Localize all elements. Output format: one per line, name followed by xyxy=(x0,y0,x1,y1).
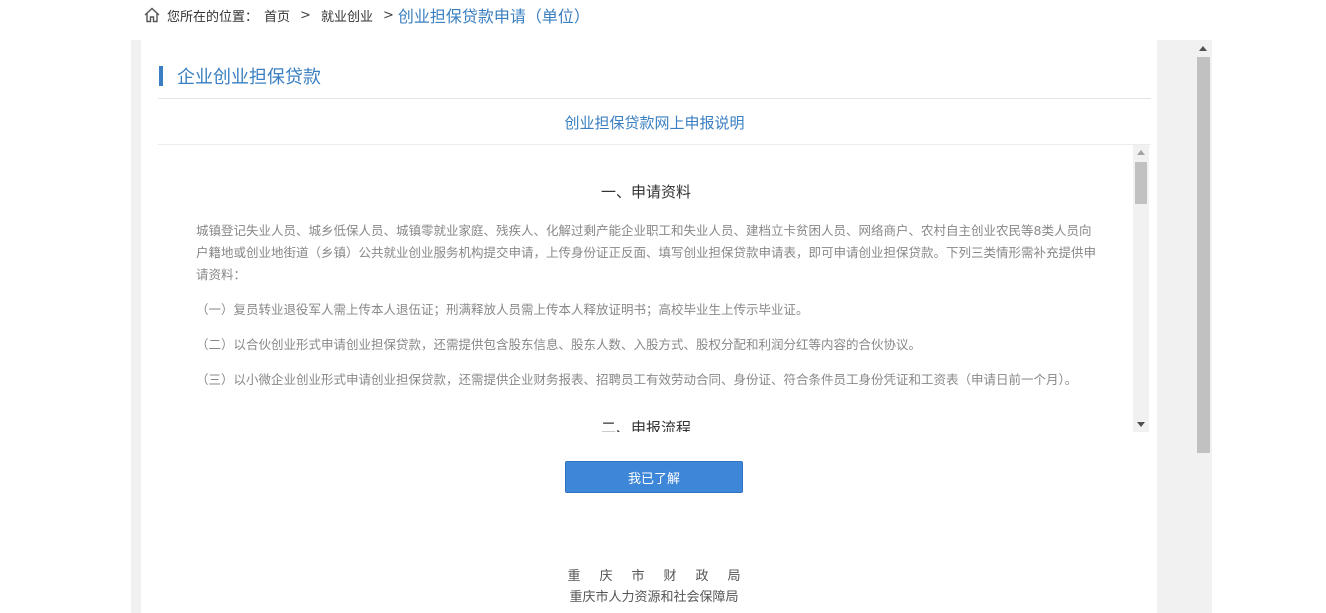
title-accent-bar xyxy=(159,66,163,86)
page-frame: 企业创业担保贷款 创业担保贷款网上申报说明 一、申请资料 城镇登记失业人员、城乡… xyxy=(131,40,1212,613)
home-icon[interactable] xyxy=(143,6,161,24)
footer: 重庆市财政局 重庆市人力资源和社会保障局 xyxy=(141,566,1167,608)
breadcrumb-separator: > xyxy=(382,7,394,23)
divider xyxy=(158,98,1151,99)
instructions-content: 一、申请资料 城镇登记失业人员、城乡低保人员、城镇零就业家庭、残疾人、化解过剩产… xyxy=(196,181,1096,432)
scroll-up-arrow-icon[interactable] xyxy=(1137,150,1145,155)
scroll-up-arrow-icon[interactable] xyxy=(1199,46,1207,51)
scrollbar-thumb[interactable] xyxy=(1197,57,1210,453)
breadcrumb-current: 创业担保贷款申请（单位） xyxy=(397,7,590,26)
panel-subtitle: 创业担保贷款网上申报说明 xyxy=(564,114,745,132)
panel-title: 企业创业担保贷款 xyxy=(159,66,321,88)
breadcrumb-home-link[interactable]: 首页 xyxy=(264,6,290,25)
intro-paragraph: 城镇登记失业人员、城乡低保人员、城镇零就业家庭、残疾人、化解过剩产能企业职工和失… xyxy=(196,223,1097,282)
acknowledge-button[interactable]: 我已了解 xyxy=(565,461,743,493)
breadcrumb-prefix: 您所在的位置： xyxy=(167,9,259,25)
list-item: （三）以小微企业创业形式申请创业担保贷款，还需提供企业财务报表、招聘员工有效劳动… xyxy=(196,372,1078,387)
main-panel: 企业创业担保贷款 创业担保贷款网上申报说明 一、申请资料 城镇登记失业人员、城乡… xyxy=(141,40,1157,613)
breadcrumb: 您所在的位置： 首页 > 就业创业 > 创业担保贷款申请（单位） xyxy=(143,4,590,26)
section-heading: 二、申报流程 xyxy=(600,419,691,432)
footer-line-hr-bureau: 重庆市人力资源和社会保障局 xyxy=(569,590,739,605)
breadcrumb-section-link[interactable]: 就业创业 xyxy=(321,6,373,25)
section-heading: 一、申请资料 xyxy=(600,183,691,201)
list-item: （二）以合伙创业形式申请创业担保贷款，还需提供包含股东信息、股东人数、入股方式、… xyxy=(196,337,922,352)
scrollbar-thumb[interactable] xyxy=(1135,162,1147,204)
instructions-scrollbar[interactable] xyxy=(1133,145,1149,432)
breadcrumb-separator: > xyxy=(300,7,311,23)
scroll-down-arrow-icon[interactable] xyxy=(1137,422,1145,427)
page-scrollbar[interactable] xyxy=(1195,40,1212,613)
instructions-scroll-area[interactable]: 一、申请资料 城镇登记失业人员、城乡低保人员、城镇零就业家庭、残疾人、化解过剩产… xyxy=(158,145,1133,432)
footer-line-finance-bureau: 重庆市财政局 xyxy=(567,569,760,584)
panel-title-text: 企业创业担保贷款 xyxy=(177,67,321,88)
list-item: （一）复员转业退役军人需上传本人退伍证；刑满释放人员需上传本人释放证明书；高校毕… xyxy=(196,302,809,317)
